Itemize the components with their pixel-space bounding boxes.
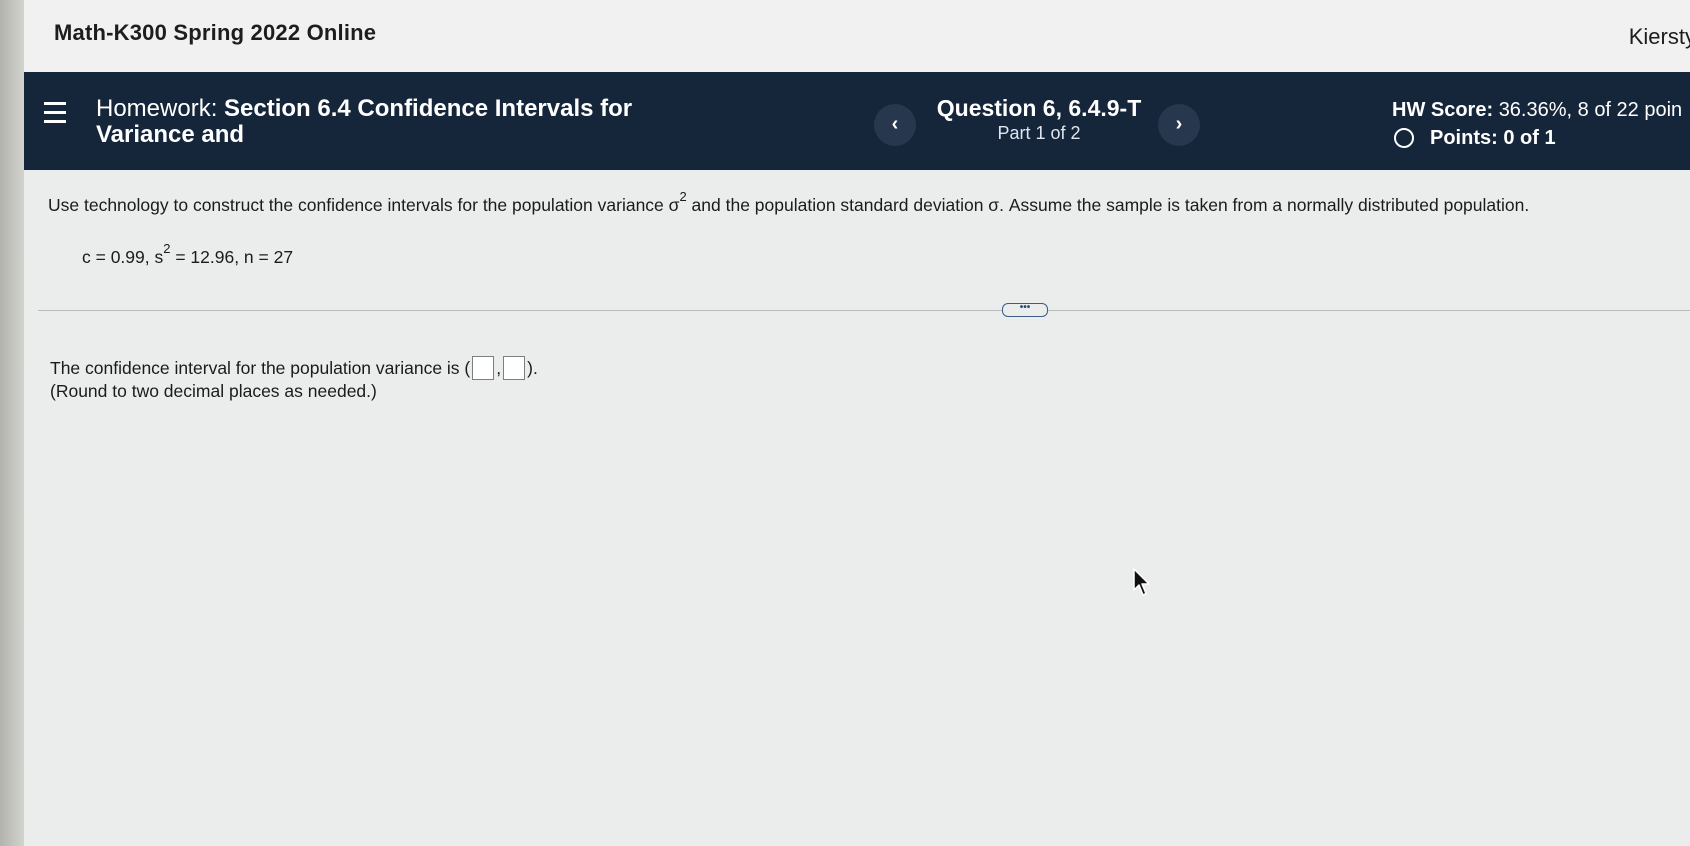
next-question-button[interactable]: › (1158, 104, 1200, 146)
given-text-start: c = 0.99, s (82, 246, 164, 267)
expand-button[interactable]: ••• (1002, 303, 1048, 317)
points-row: Points: 0 of 1 (1392, 126, 1690, 150)
course-title[interactable]: Math-K300 Spring 2022 Online (54, 20, 376, 46)
prompt-text-end: and the population standard deviation σ.… (686, 194, 1530, 215)
homework-prefix: Homework: (96, 95, 218, 122)
hw-score: HW Score: 36.36%, 8 of 22 poin (1392, 98, 1690, 122)
question-prompt: Use technology to construct the confiden… (48, 189, 1530, 216)
prompt-superscript: 2 (679, 189, 687, 204)
lower-bound-input[interactable] (472, 356, 495, 380)
given-values: c = 0.99, s2 = 12.96, n = 27 (82, 241, 294, 268)
previous-question-button[interactable]: ‹ (874, 104, 916, 146)
answer-line: The confidence interval for the populati… (50, 356, 538, 380)
upper-bound-input[interactable] (503, 356, 526, 380)
score-block: HW Score: 36.36%, 8 of 22 poin Points: 0… (1392, 98, 1690, 150)
hamburger-menu-icon[interactable] (44, 102, 66, 126)
homework-title: Homework: Section 6.4 Confidence Interva… (96, 96, 716, 148)
empty-circle-icon (1394, 128, 1414, 148)
answer-text-start: The confidence interval for the populati… (50, 357, 471, 378)
question-part: Part 1 of 2 (997, 123, 1081, 143)
answer-separator: , (496, 357, 502, 378)
question-title: Question 6, 6.4.9-T (936, 95, 1142, 121)
question-info: Question 6, 6.4.9-T Part 1 of 2 (929, 94, 1149, 144)
prompt-text-start: Use technology to construct the confiden… (48, 194, 680, 215)
mouse-pointer-icon (1133, 568, 1150, 596)
course-bar: Math-K300 Spring 2022 Online Kiersty (24, 0, 1690, 72)
given-text-end: = 12.96, n = 27 (170, 246, 294, 267)
points-value: Points: 0 of 1 (1430, 127, 1556, 149)
hw-score-label: HW Score: (1392, 99, 1494, 121)
answer-text-end: ). (527, 357, 538, 378)
homework-header: Homework: Section 6.4 Confidence Interva… (24, 72, 1690, 170)
user-name[interactable]: Kiersty (1629, 24, 1690, 50)
given-superscript: 2 (163, 241, 171, 256)
rounding-instruction: (Round to two decimal places as needed.) (50, 381, 377, 401)
hw-score-value: 36.36%, 8 of 22 poin (1498, 99, 1683, 121)
monitor-bezel (0, 0, 24, 846)
browser-page: Math-K300 Spring 2022 Online Kiersty Hom… (24, 0, 1690, 846)
section-divider (38, 310, 1690, 311)
